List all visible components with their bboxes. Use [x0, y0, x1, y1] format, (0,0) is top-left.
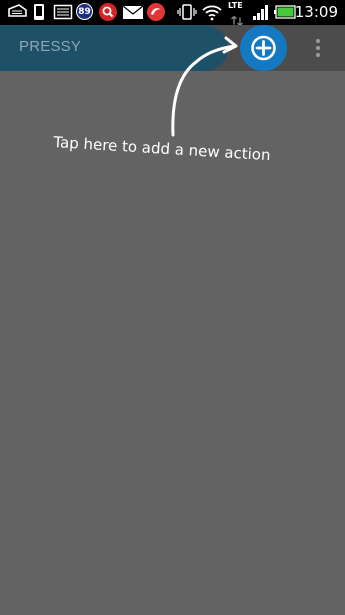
- hint-arrow: [171, 36, 238, 137]
